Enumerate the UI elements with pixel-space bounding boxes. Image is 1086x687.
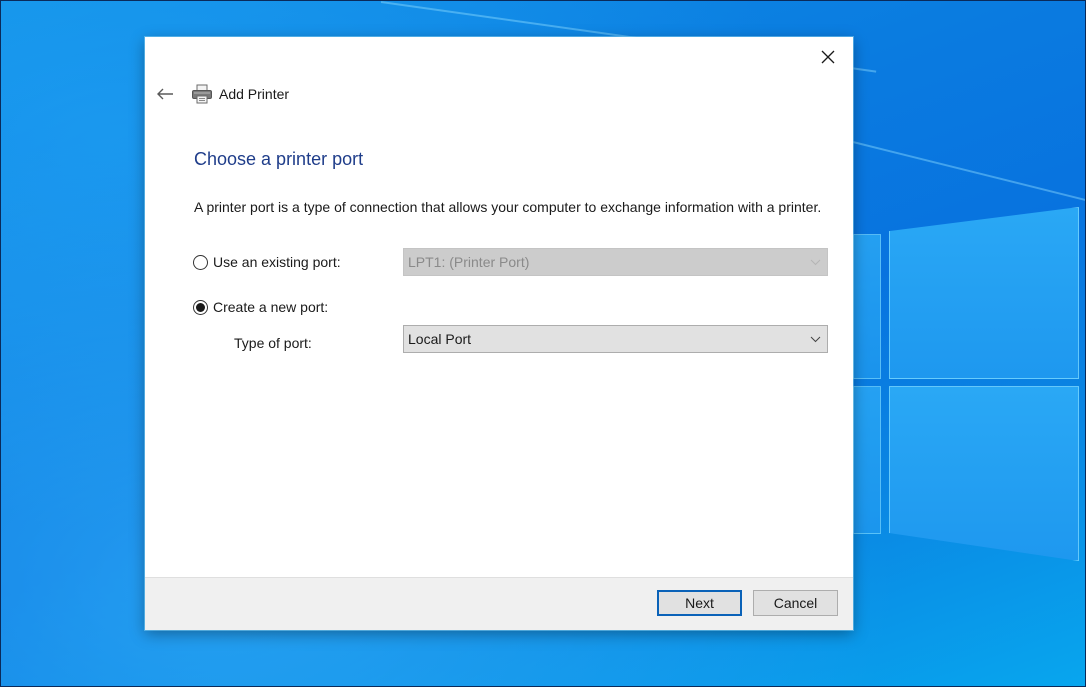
use-existing-port-radio[interactable]: Use an existing port: [193, 254, 341, 270]
cancel-button[interactable]: Cancel [753, 590, 838, 616]
arrow-left-icon [157, 88, 173, 100]
type-of-port-value: Local Port [408, 331, 472, 347]
chevron-down-icon [810, 336, 821, 342]
chevron-down-icon [810, 259, 821, 265]
wallpaper-logo-pane [853, 386, 881, 534]
create-new-port-radio[interactable]: Create a new port: [193, 299, 328, 315]
close-button[interactable] [813, 45, 843, 69]
wallpaper-logo-pane [853, 234, 881, 379]
existing-port-value: LPT1: (Printer Port) [408, 254, 530, 270]
next-button[interactable]: Next [657, 590, 742, 616]
type-of-port-dropdown[interactable]: Local Port [403, 325, 828, 353]
type-of-port-label: Type of port: [234, 335, 312, 351]
existing-port-dropdown: LPT1: (Printer Port) [403, 248, 828, 276]
radio-checked[interactable] [193, 299, 208, 315]
window-title-bar: Add Printer [191, 83, 289, 105]
dialog-footer: Next Cancel [145, 577, 853, 630]
use-existing-port-label: Use an existing port: [213, 254, 341, 270]
page-description: A printer port is a type of connection t… [194, 199, 822, 215]
create-new-port-label: Create a new port: [213, 299, 329, 315]
back-button[interactable] [153, 83, 177, 105]
printer-icon [192, 84, 212, 104]
close-icon [821, 50, 835, 64]
window-title: Add Printer [219, 86, 290, 102]
page-heading: Choose a printer port [194, 149, 364, 169]
add-printer-dialog: Add Printer Choose a printer port A prin… [145, 37, 853, 630]
wallpaper-logo-pane [889, 207, 1079, 379]
wallpaper-logo-pane [889, 386, 1079, 561]
desktop-background: Add Printer Choose a printer port A prin… [0, 0, 1086, 687]
radio-unchecked[interactable] [193, 254, 208, 270]
